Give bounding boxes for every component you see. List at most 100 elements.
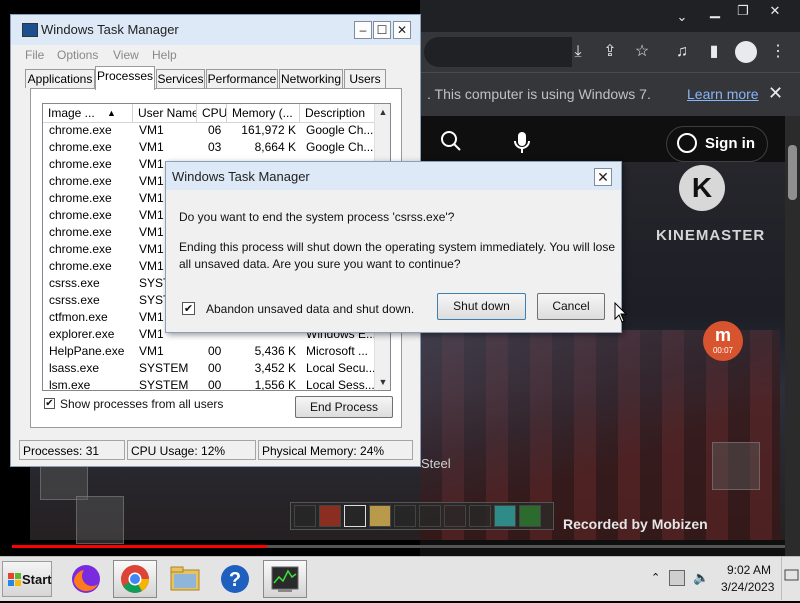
chrome-menu-icon[interactable]: ⋮ — [766, 40, 790, 64]
column-cpu[interactable]: CPU — [197, 104, 227, 122]
table-row[interactable]: HelpPane.exe VM1 00 5,436 K Microsoft ... — [43, 343, 375, 360]
task-manager-titlebar[interactable]: Windows Task Manager – ☐ ✕ — [11, 15, 420, 45]
tab-networking[interactable]: Networking — [279, 69, 343, 88]
share-icon[interactable]: ⇪ — [598, 40, 622, 64]
table-row[interactable]: lsass.exe SYSTEM 00 3,452 K Local Secu... — [43, 360, 375, 377]
sign-in-label: Sign in — [705, 135, 755, 152]
file-explorer-icon[interactable] — [163, 560, 207, 598]
checkmark-icon: ✔ — [183, 303, 194, 315]
reading-list-icon[interactable]: ♫ — [670, 40, 694, 64]
tab-services[interactable]: Services — [156, 69, 205, 88]
tab-processes[interactable]: Processes — [95, 66, 155, 90]
mouse-cursor-icon — [614, 301, 628, 327]
cell-image: chrome.exe — [49, 225, 112, 239]
cell-mem: 3,452 K — [254, 361, 296, 375]
sign-in-button[interactable]: Sign in — [666, 126, 768, 162]
column-image-name[interactable]: Image ... ▲ — [43, 104, 133, 122]
column-image-label: Image ... — [48, 106, 95, 120]
scroll-up-icon[interactable]: ▲ — [375, 104, 390, 120]
volume-muted-icon[interactable]: 🔈 — [693, 570, 709, 586]
table-row[interactable]: chrome.exe VM1 06 161,972 K Google Ch... — [43, 122, 375, 139]
cell-image: chrome.exe — [49, 157, 112, 171]
column-user-name[interactable]: User Name — [133, 104, 197, 122]
cancel-button[interactable]: Cancel — [537, 293, 605, 320]
search-icon[interactable] — [440, 130, 462, 158]
maximize-icon[interactable]: ☐ — [373, 21, 391, 39]
table-row[interactable]: lsm.exe SYSTEM 00 1,556 K Local Sess... — [43, 377, 375, 391]
menu-help[interactable]: Help — [152, 48, 177, 62]
show-all-users-checkbox[interactable]: ✔ — [44, 398, 55, 409]
minimize-icon[interactable]: ▁ — [704, 0, 726, 22]
close-icon[interactable]: ✕ — [393, 21, 411, 39]
dialog-titlebar[interactable]: Windows Task Manager ✕ — [166, 162, 621, 190]
cell-user: VM1 — [139, 123, 164, 137]
cell-desc: Microsoft ... — [306, 344, 369, 358]
kinemaster-watermark: KINEMASTER — [656, 227, 766, 244]
task-manager-icon — [22, 23, 38, 37]
kinemaster-logo-icon: K — [679, 165, 725, 211]
cell-image: lsass.exe — [49, 361, 100, 375]
tab-search-icon[interactable]: ⌄ — [672, 6, 692, 28]
menu-view[interactable]: View — [113, 48, 139, 62]
cell-user: VM1 — [139, 344, 164, 358]
page-scrollbar-thumb[interactable] — [788, 145, 797, 200]
show-all-users-label: Show processes from all users — [60, 397, 224, 411]
microphone-icon[interactable] — [512, 130, 532, 156]
cell-desc: Google Ch... — [306, 140, 374, 154]
video-steel-text: Steel — [421, 456, 451, 471]
end-process-button[interactable]: End Process — [295, 396, 393, 418]
cell-image: chrome.exe — [49, 140, 112, 154]
install-app-icon[interactable]: ⤓ — [566, 40, 590, 64]
scroll-down-icon[interactable]: ▼ — [375, 374, 390, 390]
menu-bar: File Options View Help — [11, 44, 420, 64]
cell-image: csrss.exe — [49, 276, 100, 290]
recorded-by-watermark: Recorded by Mobizen — [563, 516, 708, 532]
help-icon[interactable]: ? — [213, 560, 257, 598]
bookmark-star-icon[interactable]: ☆ — [630, 40, 654, 64]
dialog-close-icon[interactable]: ✕ — [594, 168, 612, 186]
minimize-icon[interactable]: – — [354, 21, 372, 39]
video-progress-fill — [12, 545, 268, 548]
abandon-data-checkbox[interactable]: ✔ — [182, 302, 195, 315]
network-icon[interactable] — [669, 570, 685, 586]
learn-more-link[interactable]: Learn more — [687, 86, 759, 102]
profile-avatar-icon[interactable] — [735, 41, 757, 63]
start-button[interactable]: Start — [2, 561, 52, 597]
firefox-icon[interactable] — [64, 560, 108, 598]
cell-image: csrss.exe — [49, 293, 100, 307]
restore-icon[interactable]: ❐ — [732, 0, 754, 22]
clock-time[interactable]: 9:02 AM — [727, 563, 771, 577]
menu-options[interactable]: Options — [57, 48, 98, 62]
task-manager-icon[interactable] — [263, 560, 307, 598]
cell-user: VM1 — [139, 140, 164, 154]
column-memory[interactable]: Memory (... — [227, 104, 300, 122]
cell-image: HelpPane.exe — [49, 344, 125, 358]
tab-applications[interactable]: Applications — [25, 69, 95, 88]
tray-expand-icon[interactable]: ⌃ — [651, 571, 660, 584]
cell-desc: Local Sess... — [306, 378, 374, 391]
cell-mem: 1,556 K — [254, 378, 296, 391]
chrome-icon[interactable] — [113, 560, 157, 598]
cell-cpu: 06 — [208, 123, 222, 137]
abandon-data-label: Abandon unsaved data and shut down. — [206, 302, 415, 316]
dialog-warning: Ending this process will shut down the o… — [179, 240, 615, 271]
address-bar[interactable] — [424, 37, 572, 67]
table-row[interactable]: chrome.exe VM1 03 8,664 K Google Ch... — [43, 139, 375, 156]
cell-image: chrome.exe — [49, 174, 112, 188]
column-description[interactable]: Description — [300, 104, 375, 122]
tab-performance[interactable]: Performance — [206, 69, 278, 88]
infobar-close-icon[interactable]: ✕ — [768, 83, 783, 104]
cell-image: explorer.exe — [49, 327, 115, 341]
side-panel-icon[interactable]: ▮ — [702, 40, 726, 64]
menu-file[interactable]: File — [25, 48, 44, 62]
cell-desc: Google Ch... — [306, 123, 374, 137]
show-desktop-button[interactable] — [781, 556, 800, 600]
close-browser-icon[interactable]: ✕ — [764, 0, 786, 22]
game-down-control — [76, 496, 124, 544]
clock-date[interactable]: 3/24/2023 — [721, 580, 774, 594]
status-bar: Processes: 31 CPU Usage: 12% Physical Me… — [17, 440, 413, 460]
shut-down-button[interactable]: Shut down — [437, 293, 526, 320]
tab-users[interactable]: Users — [344, 69, 386, 88]
taskbar: Start ? ⌃ 🔈 — [0, 556, 800, 601]
cell-image: chrome.exe — [49, 242, 112, 256]
